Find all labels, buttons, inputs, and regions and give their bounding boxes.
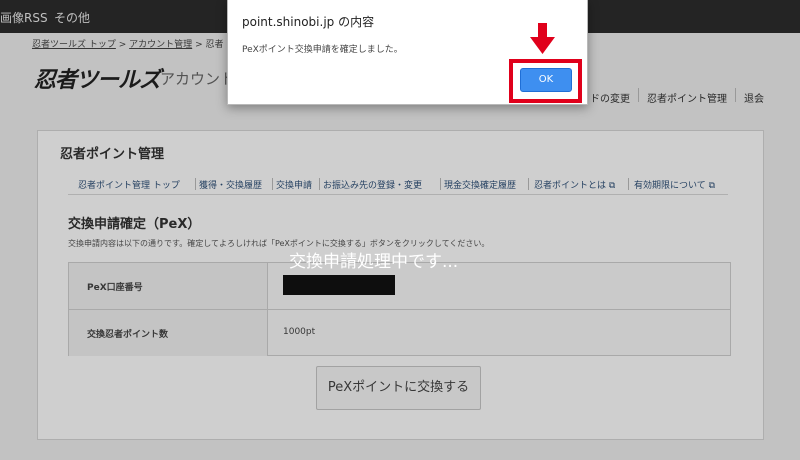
ok-button[interactable]: OK: [520, 68, 572, 92]
processing-message: 交換申請処理中です...: [289, 252, 459, 272]
dialog-title: point.shinobi.jp の内容: [242, 15, 375, 29]
arrow-down-icon: [530, 23, 555, 54]
dialog-message: PeXポイント交換申請を確定しました。: [242, 45, 403, 55]
